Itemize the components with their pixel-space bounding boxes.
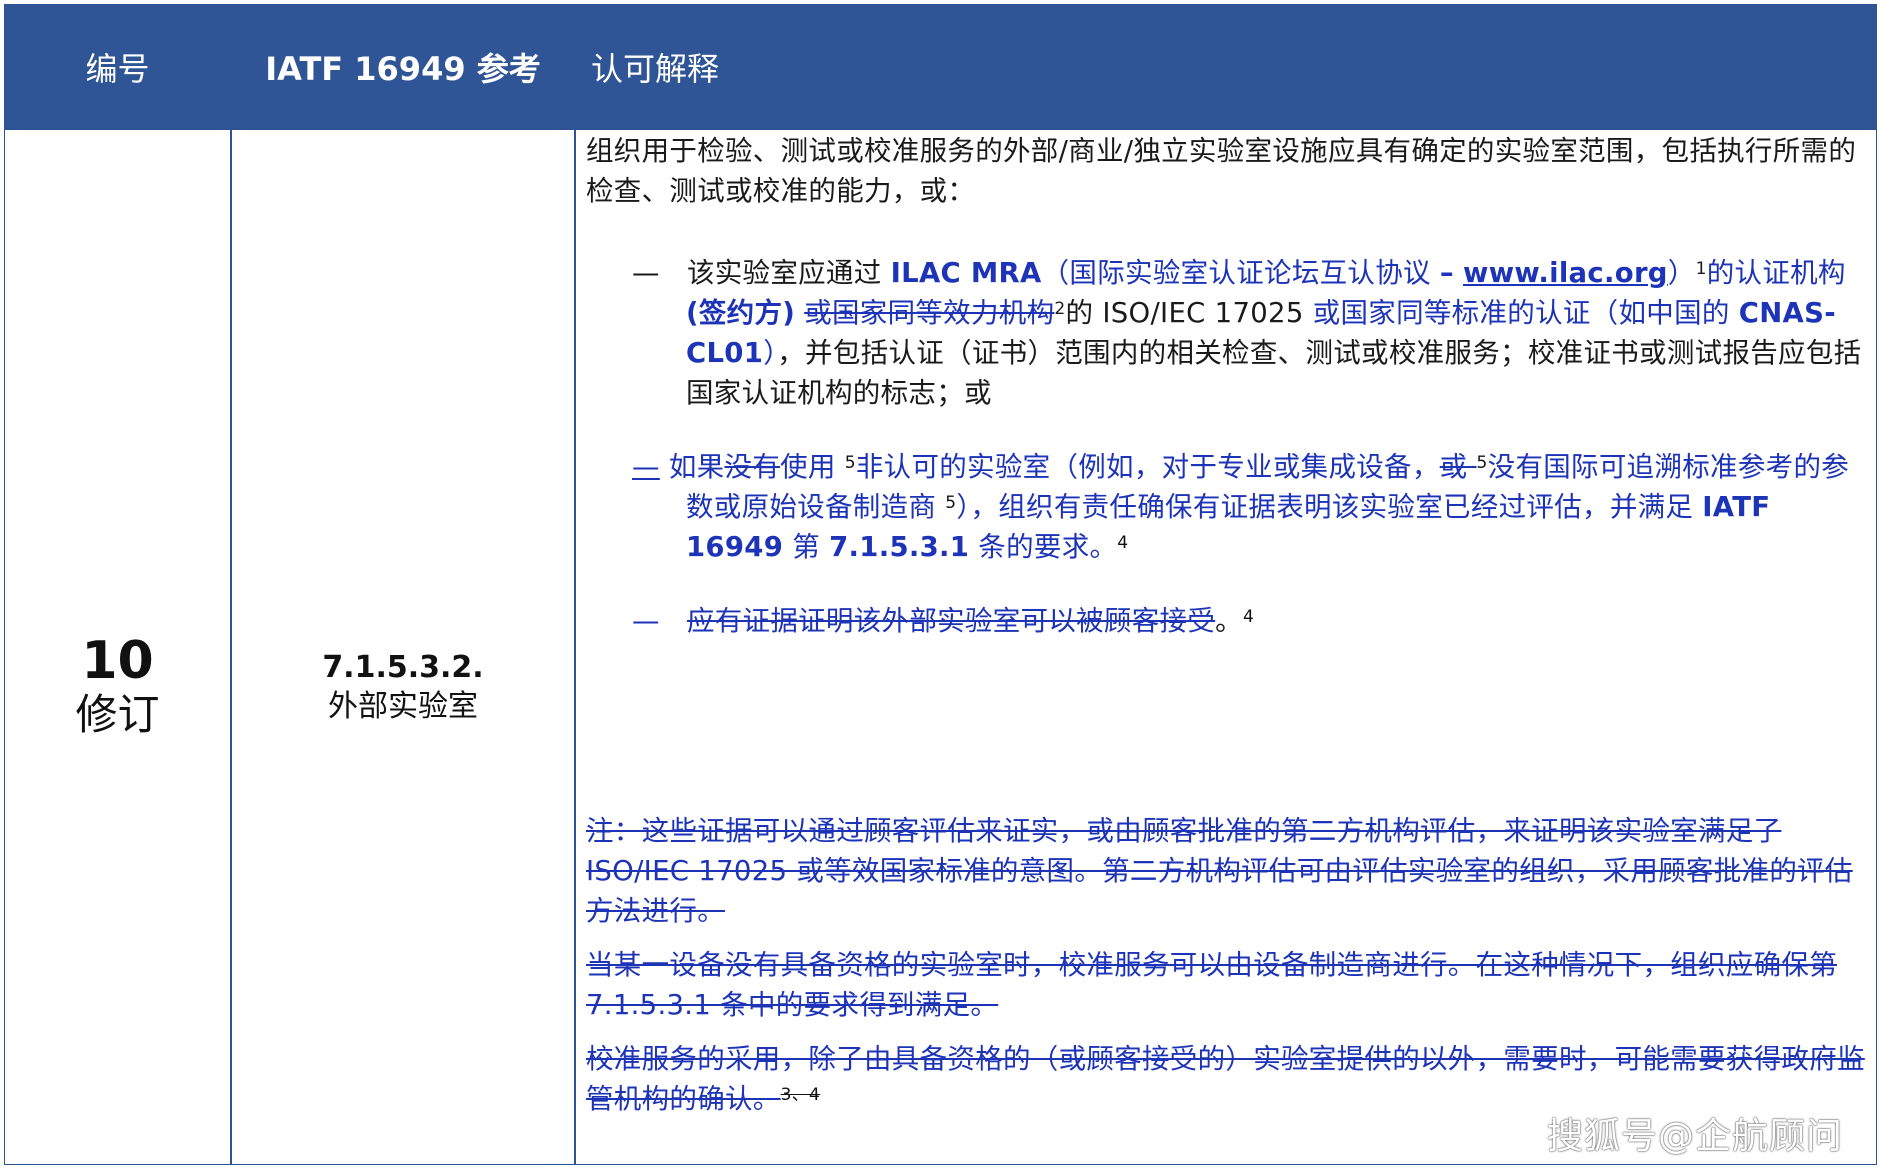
- deleted-text: 或: [1439, 451, 1477, 483]
- bullet-non-accredited: — 如果没有使用 5非认可的实验室（例如，对于专业或集成设备，或 5没有国际可追…: [586, 447, 1868, 567]
- deleted-text: 校准服务的采用，除了由具备资格的（或顾客接受的）实验室提供的以外，需要时，可能需…: [586, 1043, 1865, 1115]
- text: 条的要求。: [969, 531, 1118, 563]
- note-1-deleted: 注：这些证据可以通过顾客评估来证实，或由顾客批准的第二方机构评估，来证明该实验室…: [586, 815, 1853, 927]
- dash: —: [632, 605, 660, 637]
- item-number: 10: [81, 631, 154, 692]
- cell-reference: 7.1.5.3.2. 外部实验室: [232, 130, 574, 1164]
- text: (签约方): [686, 297, 796, 329]
- text: ），组织有责任确保有证据表明该实验室已经过评估，并满足: [956, 491, 1703, 523]
- text: 。: [1215, 605, 1243, 637]
- footnote-ref: 5: [844, 453, 856, 473]
- text: ）: [763, 337, 778, 369]
- text: 非认可的实验室（例如，对于专业或集成设备，: [855, 451, 1440, 483]
- bullet-customer-accepted: — 应有证据证明该外部实验室可以被顾客接受。4: [586, 601, 1868, 641]
- cell-interpretation: 组织用于检验、测试或校准服务的外部/商业/独立实验室设施应具有确定的实验室范围，…: [586, 131, 1868, 1133]
- footnote-ref: 2: [1054, 299, 1066, 319]
- header-interpretation: 认可解释: [591, 49, 720, 88]
- footnote-ref: 3、4: [780, 1085, 821, 1105]
- ilac-link[interactable]: www.ilac.org: [1463, 257, 1668, 289]
- text: 该实验室应通过: [686, 257, 891, 289]
- deleted-text: 应有证据证明该外部实验室可以被顾客接受: [686, 605, 1216, 637]
- text: ）: [1667, 257, 1696, 289]
- footnote-ref: 4: [1117, 533, 1129, 553]
- watermark: 搜狐号@企航顾问: [1546, 1116, 1843, 1157]
- text: ，并包括认证（证书）范围内的相关检查、测试或校准服务；校准证书或测试报告应包括国…: [686, 337, 1862, 409]
- clause-number: 7.1.5.3.2.: [322, 650, 484, 685]
- text: 如果: [659, 451, 725, 483]
- dash: —: [632, 257, 660, 289]
- deleted-text: 或国家同等效力机构: [804, 297, 1055, 329]
- text: 或国家同等标准的认证（如中国的: [1312, 297, 1739, 329]
- text: 第: [783, 531, 830, 563]
- clause-name: 外部实验室: [328, 689, 478, 724]
- footnote-ref: 5: [945, 493, 957, 513]
- item-revision: 修订: [75, 690, 160, 740]
- text: [795, 297, 804, 329]
- intro-paragraph: 组织用于检验、测试或校准服务的外部/商业/独立实验室设施应具有确定的实验室范围，…: [586, 135, 1857, 207]
- text: [1454, 257, 1463, 289]
- dash: —: [632, 451, 660, 483]
- text: 使用: [780, 451, 845, 483]
- header-iatf-reference: IATF 16949 参考: [265, 49, 541, 88]
- ilac-mra: ILAC MRA: [890, 257, 1042, 289]
- bullet-ilac: — 该实验室应通过 ILAC MRA（国际实验室认证论坛互认协议 – www.i…: [586, 253, 1868, 413]
- footnote-ref: 1: [1695, 259, 1707, 279]
- footnote-ref: 5: [1476, 453, 1488, 473]
- text: 的 ISO/IEC 17025: [1065, 297, 1313, 329]
- note-2-deleted: 当某一设备没有具备资格的实验室时，校准服务可以由设备制造商进行。在这种情况下，组…: [586, 949, 1837, 1021]
- dash: –: [1439, 257, 1454, 289]
- column-divider-2: [574, 5, 576, 1164]
- header-number: 编号: [85, 49, 150, 88]
- cell-number: 10 修订: [5, 130, 230, 1164]
- text: 的认证机构: [1706, 257, 1846, 289]
- footnote-ref: 4: [1242, 607, 1255, 627]
- deleted-text: 没有: [724, 451, 781, 483]
- text: （国际实验室认证论坛互认协议: [1041, 257, 1440, 289]
- clause-ref: 7.1.5.3.1: [829, 531, 970, 563]
